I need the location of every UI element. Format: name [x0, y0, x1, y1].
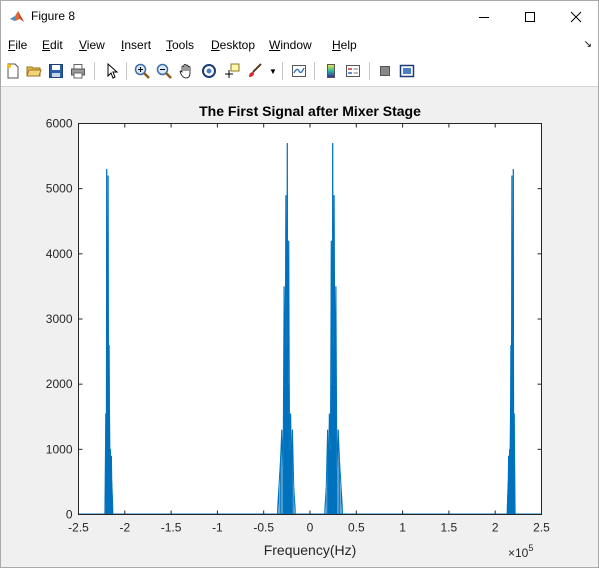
menu-edit[interactable]: Edit [42, 38, 63, 52]
y-tick-label: 2000 [46, 377, 73, 391]
toolbar-separator [314, 62, 315, 80]
save-icon [49, 64, 63, 78]
zoom-in-button[interactable] [132, 61, 152, 81]
axes-background [78, 123, 542, 515]
dock-arrow-icon[interactable]: ↘ [584, 39, 592, 50]
open-file-icon [26, 66, 42, 77]
pan-button[interactable] [176, 61, 196, 81]
maximize-button[interactable] [507, 1, 553, 33]
y-tick-label: 5000 [46, 182, 73, 196]
zoom-out-icon [156, 63, 172, 79]
x-tick-label: 2.5 [533, 521, 550, 535]
legend-button[interactable] [343, 61, 363, 81]
close-button[interactable] [553, 1, 599, 33]
x-tick-label: 1 [399, 521, 406, 535]
menu-view[interactable]: View [79, 38, 105, 52]
menu-help[interactable]: Help [332, 38, 357, 52]
toolbar-separator [282, 62, 283, 80]
x-exponent-label: ×105 [508, 543, 533, 560]
figure-canvas: The First Signal after Mixer Stage -2.5 -… [1, 87, 598, 567]
colorbar-icon [327, 64, 335, 78]
x-tick-label: -1.5 [161, 521, 182, 535]
minimize-button[interactable] [461, 1, 507, 33]
show-plot-tools-button[interactable] [397, 61, 417, 81]
brush-dropdown-icon[interactable]: ▼ [269, 67, 277, 76]
x-tick-label: 2 [492, 521, 499, 535]
menu-window[interactable]: Window [269, 38, 312, 52]
show-plot-tools-icon [399, 64, 415, 78]
y-tick-label: 3000 [46, 312, 73, 326]
open-file-button[interactable] [24, 61, 44, 81]
toolbar-separator [369, 62, 370, 80]
link-plot-icon [292, 65, 306, 77]
x-tick-label: 1.5 [441, 521, 458, 535]
y-tick-label: 1000 [46, 442, 73, 456]
x-tick-label: -1 [212, 521, 223, 535]
toolbar-separator [126, 62, 127, 80]
data-cursor-icon [225, 63, 240, 78]
pointer-button[interactable] [102, 61, 122, 81]
figure-toolbar: ▼ [1, 57, 598, 87]
print-button[interactable] [68, 61, 88, 81]
hide-plot-tools-icon [380, 66, 390, 76]
menu-bar: File Edit View Insert Tools Desktop Wind… [1, 33, 598, 57]
toolbar-separator [94, 62, 95, 80]
x-tick-label: 0 [307, 521, 314, 535]
x-exponent-power: 5 [528, 543, 533, 553]
y-tick-label: 6000 [46, 117, 73, 131]
menu-desktop[interactable]: Desktop [211, 38, 255, 52]
matlab-logo-icon [10, 11, 24, 22]
chart-title: The First Signal after Mixer Stage [199, 103, 421, 119]
legend-icon [346, 65, 360, 77]
x-tick-label: 0.5 [348, 521, 365, 535]
pan-icon [179, 64, 191, 79]
rotate-3d-button[interactable] [199, 61, 219, 81]
menu-insert[interactable]: Insert [121, 38, 151, 52]
zoom-out-button[interactable] [154, 61, 174, 81]
menu-tools[interactable]: Tools [166, 38, 194, 52]
minimize-icon [479, 17, 489, 18]
y-tick-label: 0 [66, 508, 73, 522]
menu-file[interactable]: File [8, 38, 27, 52]
x-tick-label: -2.5 [68, 521, 89, 535]
brush-icon [249, 63, 262, 77]
x-axis-label: Frequency(Hz) [264, 542, 357, 558]
title-bar[interactable]: Figure 8 [1, 1, 598, 33]
brush-button[interactable] [245, 61, 265, 81]
zoom-in-icon [134, 63, 150, 79]
y-tick-label: 4000 [46, 247, 73, 261]
print-icon [71, 64, 85, 79]
new-figure-icon [7, 63, 19, 79]
pointer-icon [107, 63, 119, 79]
data-cursor-button[interactable] [222, 61, 242, 81]
maximize-icon [525, 12, 535, 22]
save-button[interactable] [46, 61, 66, 81]
link-plot-button[interactable] [289, 61, 309, 81]
rotate-3d-icon [202, 64, 216, 78]
x-tick-label: -2 [119, 521, 130, 535]
plot-figure: The First Signal after Mixer Stage -2.5 -… [46, 103, 550, 560]
colorbar-button[interactable] [321, 61, 341, 81]
close-icon [570, 11, 582, 23]
window-title: Figure 8 [31, 9, 76, 23]
x-exponent-base: ×10 [508, 546, 529, 560]
new-figure-button[interactable] [3, 61, 23, 81]
figure-window: Figure 8 File Edit View Insert Tools Des… [0, 0, 599, 568]
x-tick-label: -0.5 [253, 521, 274, 535]
hide-plot-tools-button[interactable] [375, 61, 395, 81]
